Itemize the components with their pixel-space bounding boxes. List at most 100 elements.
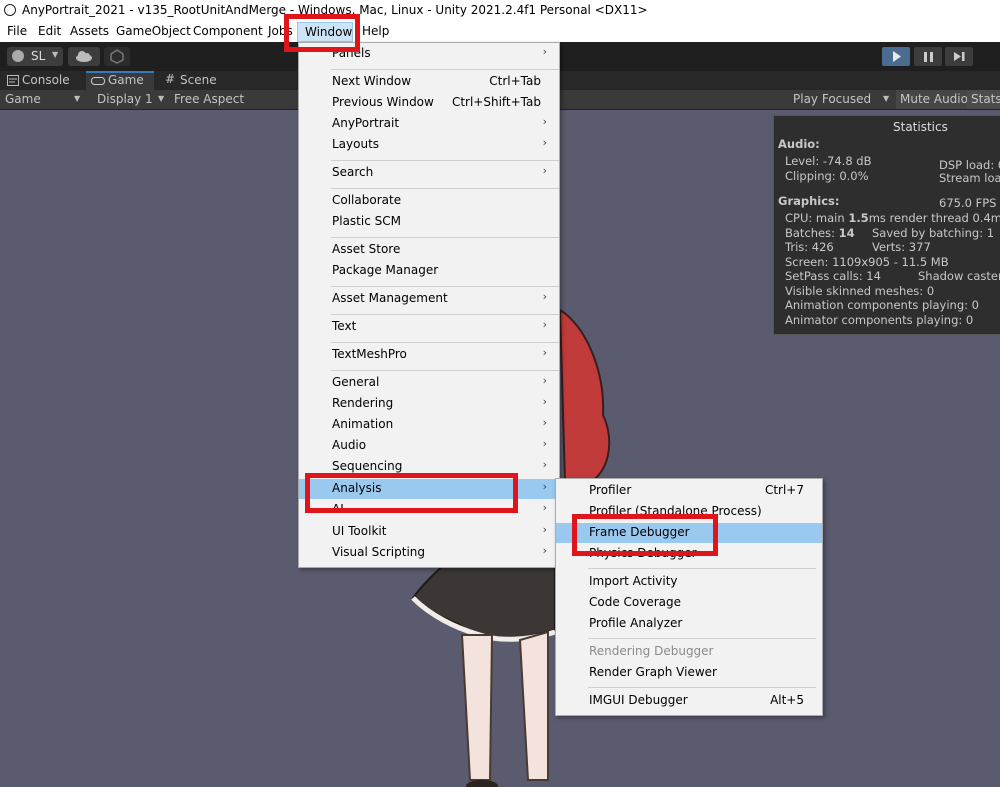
- animator-components: Animator components playing: 0: [785, 313, 974, 327]
- account-icon: [12, 50, 24, 62]
- chevron-right-icon: ›: [542, 164, 547, 177]
- submenu-item-import-activity[interactable]: Import Activity: [556, 572, 822, 592]
- hash-icon: #: [165, 72, 176, 86]
- menu-separator: [331, 237, 559, 238]
- menu-assets[interactable]: Assets: [70, 24, 109, 38]
- chevron-right-icon: ›: [542, 346, 547, 359]
- menu-item-label: Render Graph Viewer: [589, 665, 717, 679]
- menu-item-label: Import Activity: [589, 574, 678, 588]
- menu-separator: [331, 370, 559, 371]
- menu-item-text[interactable]: Text ›: [299, 317, 559, 337]
- pause-button[interactable]: [914, 47, 942, 66]
- gamepad-icon: [91, 77, 105, 85]
- aspect-dropdown[interactable]: Free Aspect: [174, 92, 244, 106]
- menu-gameobject[interactable]: GameObject: [116, 24, 191, 38]
- step-button[interactable]: [945, 47, 973, 66]
- display-dropdown[interactable]: Display 1: [97, 92, 153, 106]
- menu-item-audio[interactable]: Audio ›: [299, 436, 559, 456]
- submenu-item-profiler[interactable]: Profiler Ctrl+7: [556, 481, 822, 501]
- menu-separator: [331, 188, 559, 189]
- play-button[interactable]: [882, 47, 910, 66]
- tab-scene[interactable]: # Scene: [160, 71, 230, 90]
- tab-console[interactable]: Console: [0, 71, 82, 90]
- menu-item-package-manager[interactable]: Package Manager: [299, 261, 559, 281]
- menu-item-collaborate[interactable]: Collaborate: [299, 191, 559, 211]
- collab-button[interactable]: [104, 47, 130, 66]
- fps-value: 675.0 FPS (: [939, 196, 1000, 210]
- cpu-stats: CPU: main 1.5ms render thread 0.4ms: [785, 211, 1000, 225]
- menu-separator: [331, 314, 559, 315]
- menu-item-textmeshpro[interactable]: TextMeshPro ›: [299, 345, 559, 365]
- stream-load: Stream load: [939, 171, 1000, 185]
- menu-item-ui-toolkit[interactable]: UI Toolkit ›: [299, 522, 559, 542]
- menu-file[interactable]: File: [7, 24, 27, 38]
- audio-clipping: Clipping: 0.0%: [785, 169, 869, 183]
- menu-item-label: Sequencing: [332, 459, 403, 473]
- menu-item-label: Previous Window: [332, 95, 434, 109]
- chevron-down-icon: ▼: [158, 94, 165, 103]
- menu-item-label: Profiler: [589, 483, 632, 497]
- chevron-down-icon: ▼: [52, 50, 59, 59]
- menu-item-label: Visual Scripting: [332, 545, 425, 559]
- cpu-label: CPU: main: [785, 211, 849, 225]
- menu-separator: [588, 687, 816, 688]
- screen-stats: Screen: 1109x905 - 11.5 MB: [785, 255, 949, 269]
- console-icon: [7, 75, 19, 86]
- menu-separator: [331, 342, 559, 343]
- cpu-rest: ms render thread 0.4ms: [868, 211, 1000, 225]
- batches-stats: Batches: 14: [785, 226, 855, 240]
- mute-audio-toggle[interactable]: Mute Audio: [896, 90, 972, 109]
- menu-item-asset-store[interactable]: Asset Store: [299, 240, 559, 260]
- submenu-item-render-graph-viewer[interactable]: Render Graph Viewer: [556, 663, 822, 683]
- menu-item-label: Rendering Debugger: [589, 644, 714, 658]
- submenu-item-imgui-debugger[interactable]: IMGUI Debugger Alt+5: [556, 691, 822, 711]
- menu-component[interactable]: Component: [193, 24, 263, 38]
- menu-item-animation[interactable]: Animation ›: [299, 415, 559, 435]
- stats-toggle[interactable]: Stats: [967, 90, 1000, 109]
- menu-item-anyportrait[interactable]: AnyPortrait ›: [299, 114, 559, 134]
- chevron-right-icon: ›: [542, 437, 547, 450]
- menu-separator: [331, 160, 559, 161]
- cloud-button[interactable]: [68, 47, 100, 66]
- menu-item-layouts[interactable]: Layouts ›: [299, 135, 559, 155]
- submenu-item-profile-analyzer[interactable]: Profile Analyzer: [556, 614, 822, 634]
- account-label: SL: [31, 49, 46, 63]
- menu-item-search[interactable]: Search ›: [299, 163, 559, 183]
- tris-count: Tris: 426: [785, 240, 834, 254]
- annotation-box-analysis: [305, 473, 518, 513]
- menu-edit[interactable]: Edit: [38, 24, 61, 38]
- menu-item-general[interactable]: General ›: [299, 373, 559, 393]
- graphics-header: Graphics:: [778, 194, 840, 208]
- menu-separator: [331, 69, 559, 70]
- menu-item-visual-scripting[interactable]: Visual Scripting ›: [299, 543, 559, 563]
- submenu-item-code-coverage[interactable]: Code Coverage: [556, 593, 822, 613]
- audio-level: Level: -74.8 dB: [785, 154, 872, 168]
- menu-item-label: General: [332, 375, 380, 389]
- menu-item-label: Package Manager: [332, 263, 439, 277]
- annotation-box-window: [284, 14, 360, 52]
- chevron-right-icon: ›: [542, 318, 547, 331]
- menu-item-label: TextMeshPro: [332, 347, 407, 361]
- title-bar: AnyPortrait_2021 - v135_RootUnitAndMerge…: [0, 0, 1000, 22]
- play-focused-dropdown[interactable]: Play Focused: [793, 92, 871, 106]
- menu-item-plastic-scm[interactable]: Plastic SCM: [299, 212, 559, 232]
- account-dropdown[interactable]: SL ▼: [7, 47, 63, 66]
- menu-help[interactable]: Help: [362, 24, 389, 38]
- chevron-right-icon: ›: [542, 416, 547, 429]
- menu-item-asset-management[interactable]: Asset Management ›: [299, 289, 559, 309]
- tab-game[interactable]: Game: [86, 71, 154, 90]
- game-view-dropdown[interactable]: Game: [5, 92, 41, 106]
- unity-logo-icon: [4, 4, 16, 16]
- menu-item-label: Next Window: [332, 74, 412, 88]
- batches-value: 14: [838, 226, 855, 240]
- pause-icon: [924, 52, 933, 62]
- menu-item-rendering[interactable]: Rendering ›: [299, 394, 559, 414]
- menu-item-previous-window[interactable]: Previous Window Ctrl+Shift+Tab: [299, 93, 559, 113]
- chevron-right-icon: ›: [542, 395, 547, 408]
- menu-item-shortcut: Alt+5: [770, 693, 804, 707]
- tab-scene-label: Scene: [180, 73, 217, 87]
- audio-header: Audio:: [778, 137, 820, 151]
- shadow-casters: Shadow caster: [918, 269, 1000, 283]
- menu-item-shortcut: Ctrl+7: [764, 483, 804, 497]
- menu-item-next-window[interactable]: Next Window Ctrl+Tab: [299, 72, 559, 92]
